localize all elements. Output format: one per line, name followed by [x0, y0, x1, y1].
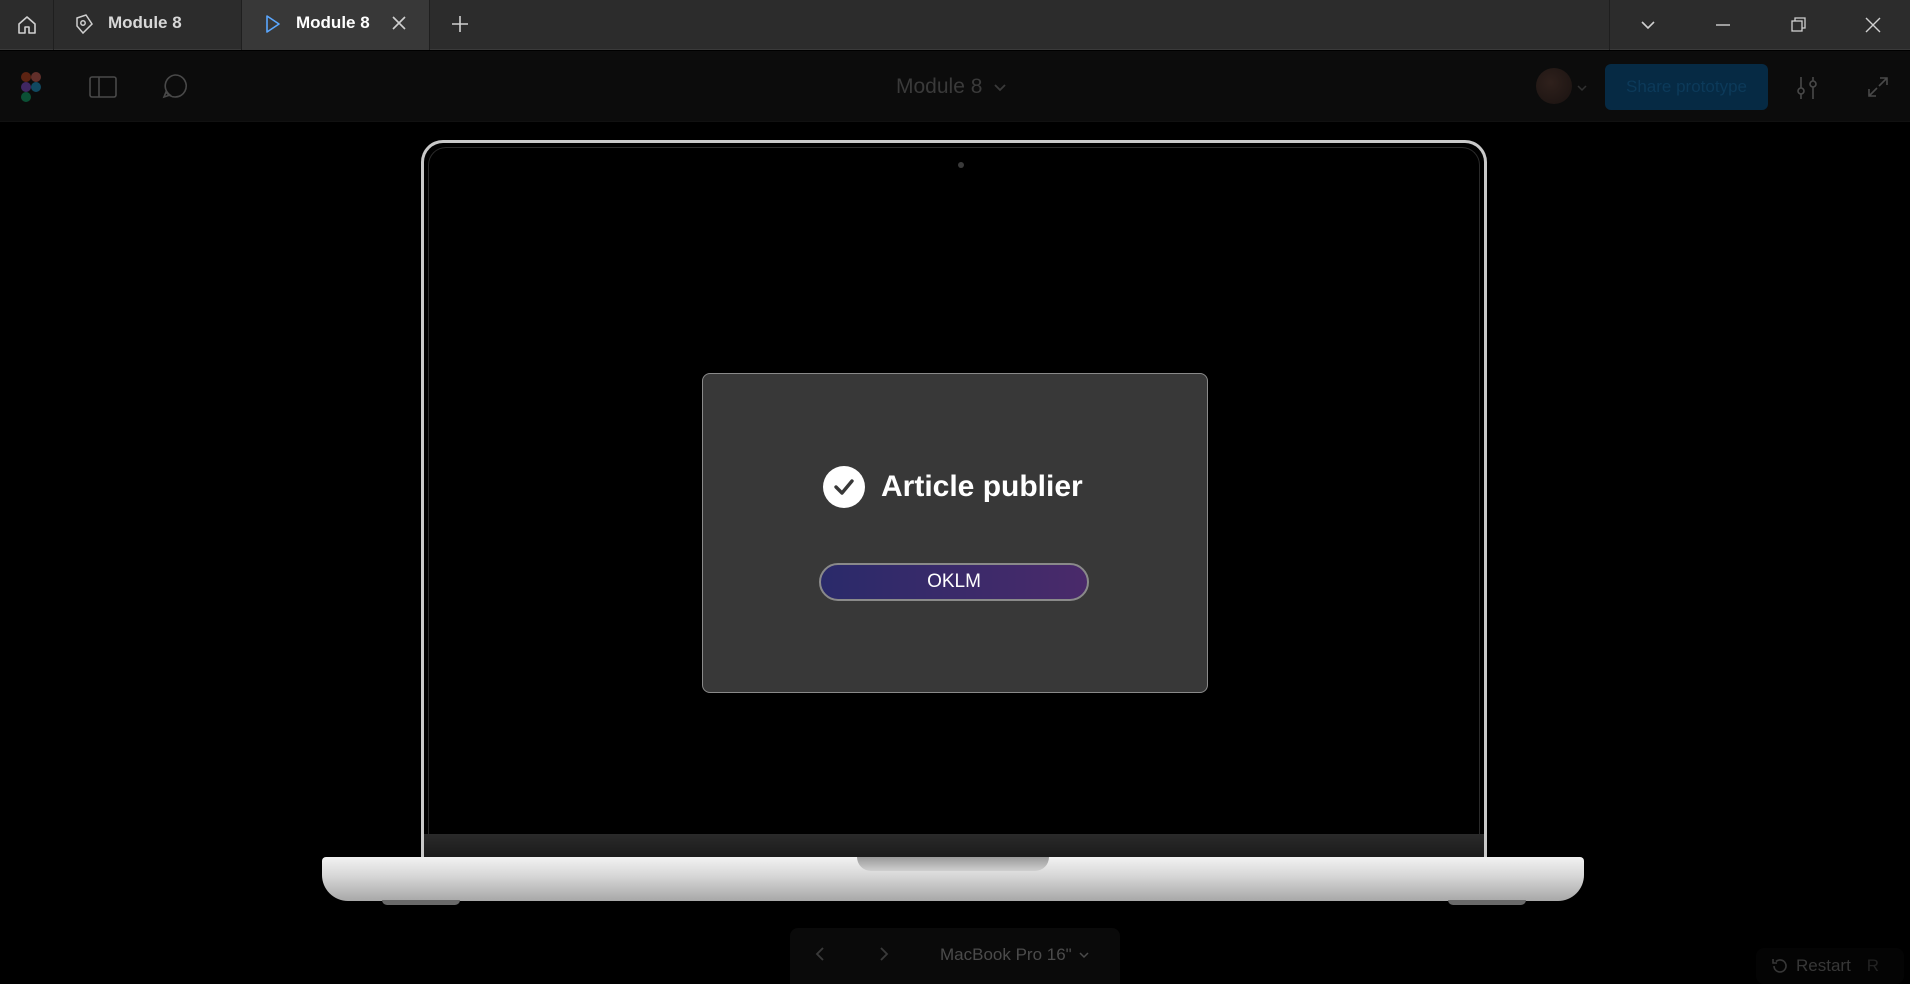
- window-titlebar: Module 8 Module 8: [0, 0, 1910, 50]
- tab-label: Module 8: [108, 13, 182, 32]
- share-prototype-button[interactable]: Share prototype: [1605, 64, 1768, 110]
- home-button[interactable]: [0, 0, 54, 50]
- tab-label: Module 8: [296, 13, 370, 32]
- prototype-toolbar: Module 8 Share prototype: [0, 51, 1910, 122]
- restore-icon: [1790, 17, 1806, 32]
- prototype-title[interactable]: Module 8: [896, 75, 1008, 99]
- check-circle-icon: [823, 466, 865, 508]
- window-controls: [1609, 0, 1910, 50]
- home-icon: [17, 16, 36, 34]
- chevron-down-icon: [994, 84, 1007, 92]
- settings-sliders-icon[interactable]: [1790, 71, 1824, 105]
- comment-icon[interactable]: [160, 71, 190, 101]
- play-icon: [260, 12, 284, 41]
- ok-button[interactable]: OKLM: [819, 563, 1089, 601]
- restart-icon: [1772, 959, 1787, 973]
- next-frame-button[interactable]: [874, 944, 894, 964]
- tab-module-8-file[interactable]: Module 8: [54, 0, 242, 50]
- publish-confirmation-dialog: Article publier OKLM: [702, 373, 1208, 693]
- close-tab-icon[interactable]: [388, 12, 410, 39]
- dialog-header: Article publier: [823, 466, 1083, 508]
- device-select[interactable]: MacBook Pro 16": [940, 945, 1090, 965]
- avatar[interactable]: [1536, 68, 1572, 104]
- prototype-bottom-nav: MacBook Pro 16": [790, 928, 1120, 984]
- chevron-right-icon: [880, 947, 889, 961]
- minimize-icon: [1715, 24, 1730, 26]
- chevron-down-icon: [1079, 952, 1089, 959]
- restart-button[interactable]: Restart R: [1756, 948, 1904, 984]
- camera-icon: [958, 162, 964, 168]
- figma-file-icon: [72, 12, 96, 41]
- chevron-left-icon: [815, 947, 824, 961]
- chevron-down-icon[interactable]: [1576, 81, 1588, 99]
- close-window-button[interactable]: [1835, 0, 1910, 50]
- tab-module-8-prototype[interactable]: Module 8: [242, 0, 430, 50]
- close-icon: [1865, 17, 1880, 33]
- new-tab-button[interactable]: [446, 10, 474, 38]
- laptop-bottom-bezel: [424, 834, 1484, 858]
- previous-frame-button[interactable]: [810, 944, 830, 964]
- restart-label: Restart: [1796, 956, 1851, 975]
- restore-button[interactable]: [1760, 0, 1835, 50]
- restart-shortcut: R: [1866, 956, 1880, 975]
- minimize-button[interactable]: [1685, 0, 1760, 50]
- plus-icon: [452, 16, 468, 32]
- tab-list-button[interactable]: [1610, 0, 1685, 50]
- prototype-title-text: Module 8: [896, 75, 983, 98]
- laptop-notch: [857, 857, 1049, 871]
- expand-icon[interactable]: [1862, 71, 1894, 103]
- sidebar-toggle-icon[interactable]: [88, 73, 118, 101]
- laptop-foot: [1448, 900, 1526, 905]
- dialog-title: Article publier: [881, 470, 1083, 503]
- figma-logo-icon[interactable]: [18, 71, 44, 103]
- device-select-label: MacBook Pro 16": [940, 945, 1072, 964]
- chevron-down-icon: [1640, 21, 1655, 30]
- laptop-foot: [382, 900, 460, 905]
